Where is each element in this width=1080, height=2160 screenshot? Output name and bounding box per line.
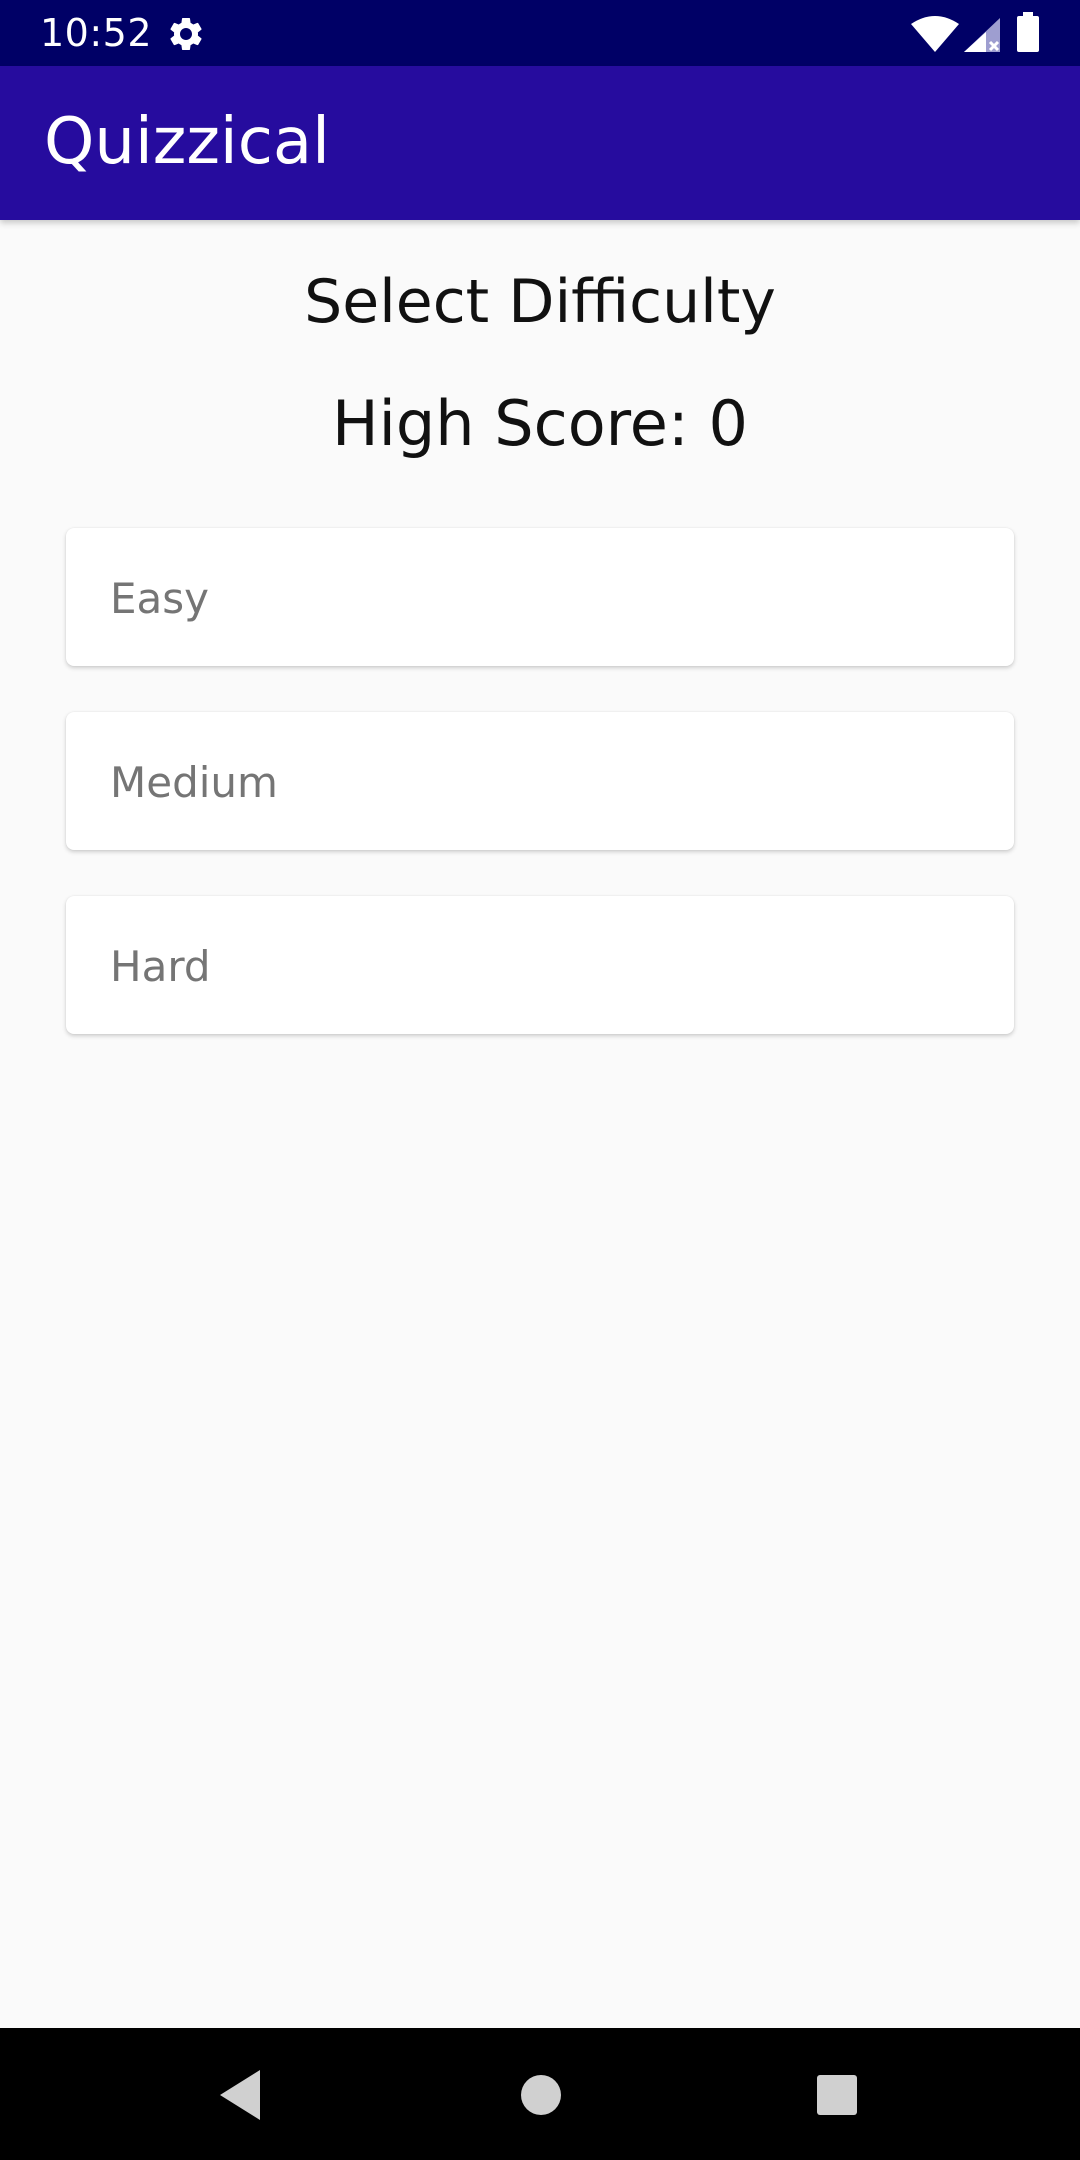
difficulty-hard-button[interactable]: Hard	[66, 896, 1014, 1034]
page-title: Select Difficulty	[304, 267, 776, 337]
wifi-icon	[911, 16, 959, 52]
difficulty-easy-button[interactable]: Easy	[66, 528, 1014, 666]
status-time: 10:52	[40, 11, 153, 55]
difficulty-medium-label: Medium	[110, 758, 278, 807]
difficulty-easy-label: Easy	[110, 574, 210, 623]
recents-icon[interactable]	[802, 2060, 872, 2130]
gear-icon	[170, 17, 202, 50]
high-score-label: High Score: 0	[332, 387, 748, 460]
app-bar: Quizzical	[0, 66, 1080, 220]
battery-icon	[1017, 12, 1039, 52]
difficulty-medium-button[interactable]: Medium	[66, 712, 1014, 850]
navigation-bar	[0, 2028, 1080, 2160]
back-icon[interactable]	[206, 2060, 276, 2130]
app-title: Quizzical	[44, 105, 330, 179]
difficulty-hard-label: Hard	[110, 942, 211, 991]
home-icon[interactable]	[506, 2060, 576, 2130]
quiz-difficulty-screen: 10:52 Quizzical Select Difficulty High S…	[0, 0, 1080, 2160]
status-bar: 10:52	[0, 0, 1080, 66]
signal-icon	[964, 18, 1000, 52]
